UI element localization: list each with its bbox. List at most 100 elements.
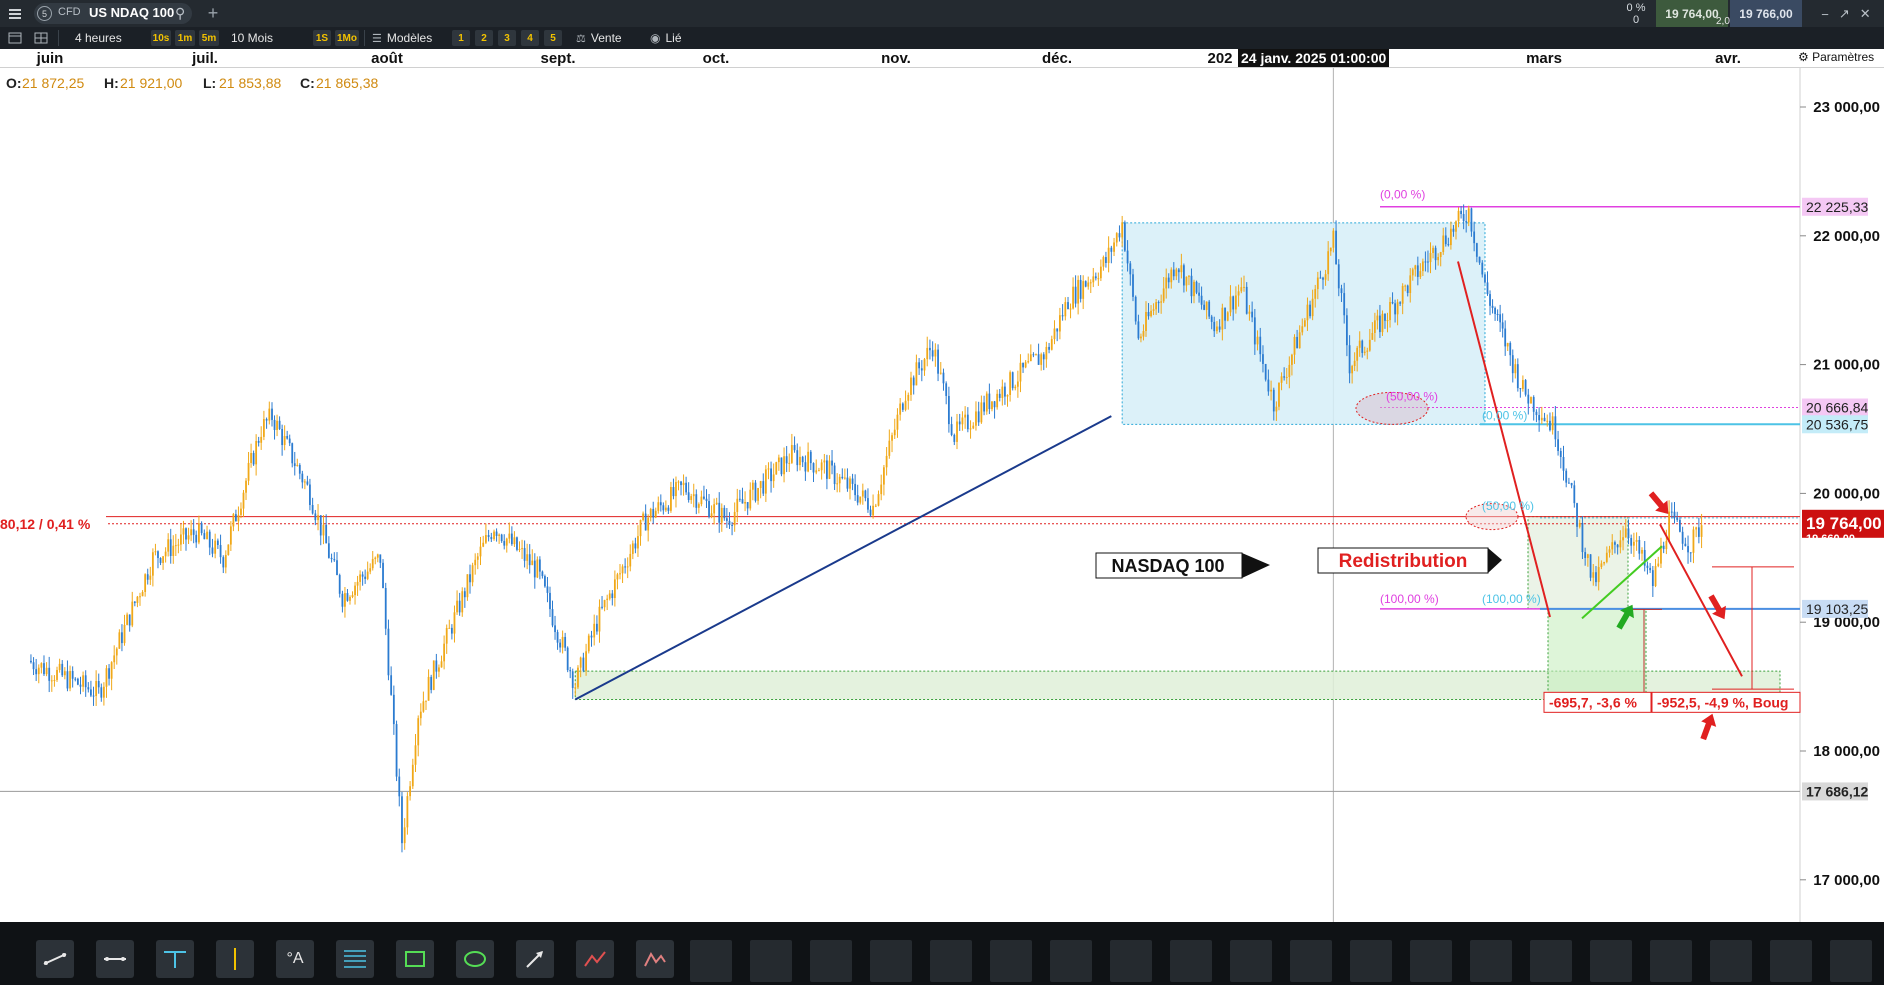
candle-body [652, 508, 655, 518]
add-tab-icon[interactable]: + [203, 3, 223, 23]
sell-button[interactable]: ⚖ Vente [576, 30, 622, 46]
candle-body [1452, 228, 1455, 232]
candle-body [1306, 304, 1309, 321]
candle-body [1586, 554, 1589, 558]
candle-body [1092, 276, 1095, 283]
list-icon[interactable] [6, 30, 24, 46]
slot-2[interactable]: 2 [475, 30, 493, 46]
period-select[interactable]: 10 Mois [231, 30, 273, 46]
empty-tool-slot[interactable] [1290, 940, 1332, 982]
candle-body [945, 383, 948, 396]
candle-body [1676, 517, 1679, 520]
settings-button[interactable]: ⚙ Paramètres [1798, 50, 1874, 64]
tool-fixed-marker[interactable]: Fixe [210, 930, 262, 985]
candle-body [1384, 313, 1386, 321]
empty-tool-slot[interactable] [1050, 940, 1092, 982]
candle-body [1303, 320, 1306, 327]
empty-tool-slot[interactable] [1830, 940, 1872, 982]
price-chart[interactable]: 23 000,0022 000,0021 000,0020 000,0019 0… [0, 68, 1884, 922]
tool-fibonacci[interactable]: Fibonacci [330, 930, 382, 985]
tool-rectangle-tool[interactable]: Rectangle [390, 930, 442, 985]
empty-tool-slot[interactable] [1110, 940, 1152, 982]
empty-tool-slot[interactable] [750, 940, 792, 982]
candle-body [1048, 346, 1050, 350]
candle-body [374, 557, 377, 560]
tool-line-tool[interactable]: Ligne De ... [30, 930, 82, 985]
candle-body [508, 533, 511, 539]
candle-body [265, 419, 268, 421]
empty-tool-slot[interactable] [1470, 940, 1512, 982]
candle-body [1491, 305, 1494, 308]
candle-body [479, 546, 482, 557]
candle-body [344, 593, 346, 607]
price-label: 20 536,75 [1806, 416, 1868, 432]
empty-tool-slot[interactable] [930, 940, 972, 982]
candle-body [493, 531, 495, 540]
detach-icon[interactable]: ↗ [1839, 6, 1850, 22]
symbol-selector[interactable]: 5 CFD US NDAQ 100 ⚲ [34, 3, 192, 24]
empty-tool-slot[interactable] [810, 940, 852, 982]
candle-body [526, 554, 529, 561]
candle-body [1654, 566, 1657, 587]
slot-5[interactable]: 5 [544, 30, 562, 46]
tool-arrow-tool[interactable]: Flèche [510, 930, 562, 985]
candle-body [738, 498, 741, 500]
tool-oval-tool[interactable]: Ovale [450, 930, 502, 985]
candle-body [634, 543, 637, 549]
slot-4[interactable]: 4 [521, 30, 539, 46]
period-1mo[interactable]: 1Mo [335, 30, 359, 46]
menu-icon[interactable] [4, 3, 26, 25]
candle-body [972, 425, 975, 429]
empty-tool-slot[interactable] [1770, 940, 1812, 982]
label-arrow-icon [1488, 548, 1502, 573]
empty-tool-slot[interactable] [1530, 940, 1572, 982]
empty-tool-slot[interactable] [1710, 940, 1752, 982]
empty-tool-slot[interactable] [1650, 940, 1692, 982]
tool-sr-line[interactable]: Ligne S/r [90, 930, 142, 985]
empty-tool-slot[interactable] [690, 940, 732, 982]
candle-body [888, 440, 891, 456]
slot-1[interactable]: 1 [452, 30, 470, 46]
empty-tool-slot[interactable] [1170, 940, 1212, 982]
empty-tool-slot[interactable] [870, 940, 912, 982]
period-1s[interactable]: 1S [313, 30, 331, 46]
close-icon[interactable]: ✕ [1860, 6, 1871, 22]
candle-body [621, 566, 624, 574]
candle-body [1024, 362, 1027, 368]
empty-tool-slot[interactable] [1410, 940, 1452, 982]
minimize-icon[interactable]: − [1821, 7, 1829, 22]
candle-body [1190, 275, 1193, 297]
candle-body [896, 414, 899, 430]
interval-5m[interactable]: 5m [199, 30, 219, 46]
layout-grid-icon[interactable] [32, 30, 50, 46]
linked-button[interactable]: ◉ Lié [650, 30, 682, 46]
interval-10s[interactable]: 10s [151, 30, 171, 46]
empty-tool-slot[interactable] [1230, 940, 1272, 982]
candle-body [79, 684, 82, 687]
timeframe-select[interactable]: 4 heures [75, 30, 122, 46]
tool-price-line[interactable]: Cours [150, 930, 202, 985]
tool-wave-tool[interactable]: Vague Mo... [570, 930, 622, 985]
empty-tool-slot[interactable] [1350, 940, 1392, 982]
models-button[interactable]: ☰ Modèles [372, 30, 432, 46]
candle-body [309, 484, 311, 505]
candle-body [1465, 221, 1468, 223]
wave-corrective-icon [636, 940, 674, 978]
candle-body [1329, 247, 1332, 252]
y-tick-label: 17 000,00 [1813, 872, 1880, 889]
slot-3[interactable]: 3 [498, 30, 516, 46]
candle-body [288, 438, 291, 444]
empty-tool-slot[interactable] [990, 940, 1032, 982]
current-price-sub: 19 660,00 [1806, 533, 1855, 545]
interval-1m[interactable]: 1m [175, 30, 195, 46]
candle-body [498, 534, 501, 536]
candle-body [759, 481, 762, 489]
symbol-name: US NDAQ 100 [89, 5, 175, 20]
ask-price-button[interactable]: 19 766,00 [1730, 0, 1802, 27]
tool-text-note[interactable]: °ANb [270, 930, 322, 985]
tool-wave-corrective[interactable]: Vague Co... [630, 930, 682, 985]
empty-tool-slot[interactable] [1590, 940, 1632, 982]
candle-body [1437, 257, 1440, 261]
search-icon[interactable]: ⚲ [175, 5, 185, 22]
candle-body [869, 509, 872, 516]
